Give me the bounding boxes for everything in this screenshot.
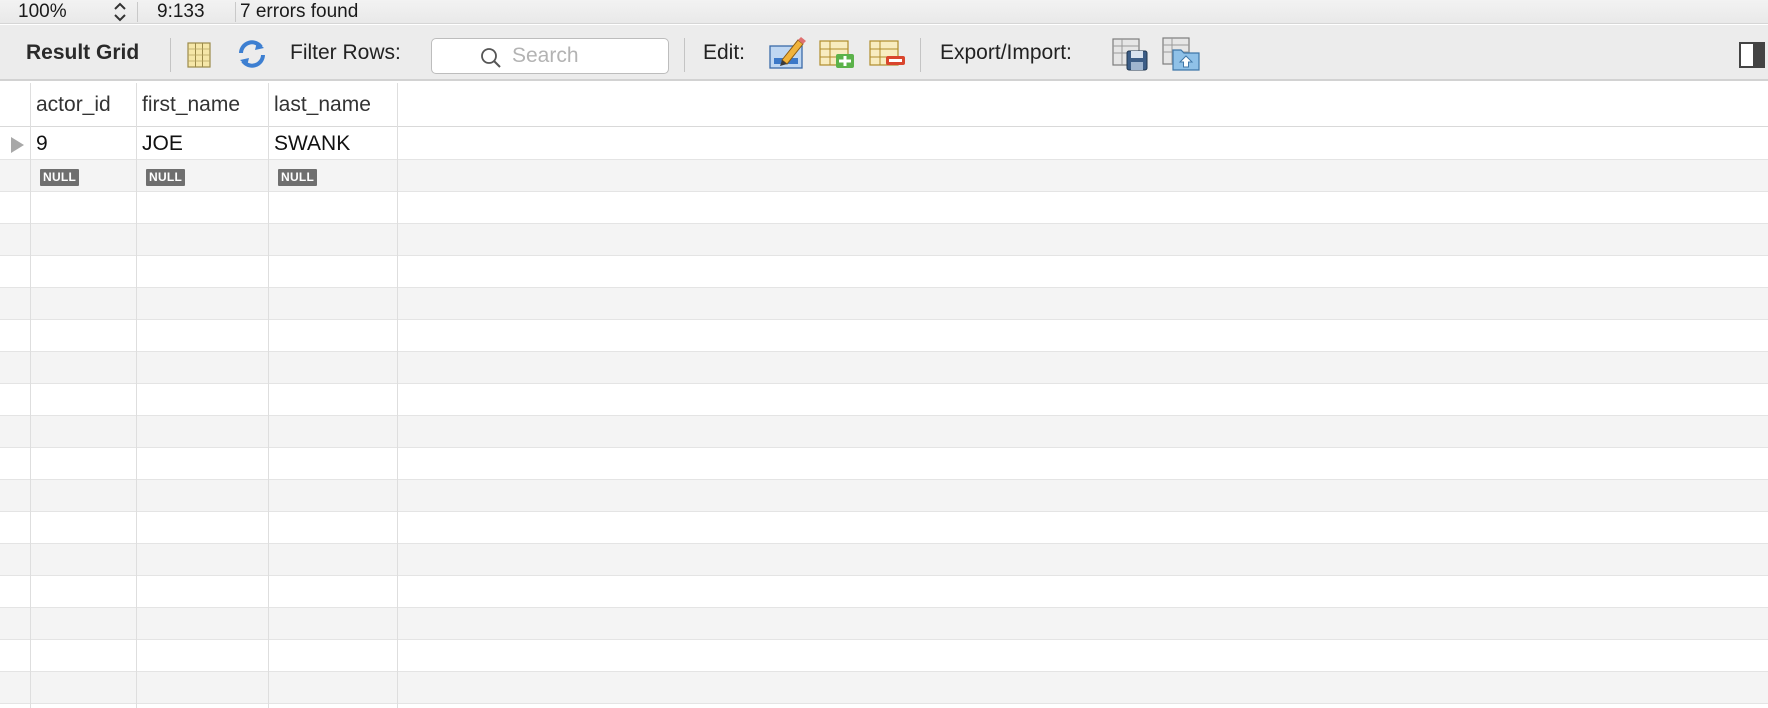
empty-row — [0, 256, 1768, 288]
empty-row — [0, 480, 1768, 512]
empty-row — [0, 512, 1768, 544]
null-badge[interactable]: NULL — [40, 169, 80, 186]
table-row[interactable]: 9 JOE SWANK — [0, 128, 1768, 160]
add-row-icon[interactable] — [818, 39, 856, 69]
null-badge[interactable]: NULL — [278, 169, 318, 186]
empty-row — [0, 608, 1768, 640]
divider — [170, 38, 171, 72]
empty-row — [0, 448, 1768, 480]
filter-rows-label: Filter Rows: — [290, 41, 401, 64]
filter-rows-search[interactable] — [431, 38, 669, 74]
empty-row — [0, 288, 1768, 320]
grid-header: actor_id first_name last_name — [0, 83, 1768, 127]
export-import-label: Export/Import: — [940, 41, 1072, 64]
status-bar: 100% 9:133 7 errors found — [0, 0, 1768, 24]
empty-row — [0, 192, 1768, 224]
zoom-level[interactable]: 100% — [18, 0, 67, 24]
delete-row-icon[interactable] — [868, 39, 906, 69]
column-divider — [30, 83, 31, 708]
divider — [137, 2, 138, 22]
new-row[interactable]: NULL NULL NULL — [0, 160, 1768, 192]
cell-first-name[interactable]: JOE — [142, 128, 183, 160]
column-header-first-name[interactable]: first_name — [142, 83, 240, 127]
empty-row — [0, 672, 1768, 704]
empty-row — [0, 224, 1768, 256]
divider — [920, 38, 921, 72]
empty-row — [0, 544, 1768, 576]
search-icon — [481, 48, 501, 68]
zoom-stepper-icon[interactable] — [112, 1, 128, 23]
column-header-actor-id[interactable]: actor_id — [36, 83, 111, 127]
export-icon[interactable] — [1111, 37, 1149, 71]
cursor-position: 9:133 — [157, 1, 205, 22]
column-header-last-name[interactable]: last_name — [274, 83, 371, 127]
null-badge[interactable]: NULL — [146, 169, 186, 186]
cell-actor-id[interactable]: 9 — [36, 128, 48, 160]
empty-row — [0, 320, 1768, 352]
result-grid-label: Result Grid — [26, 41, 140, 64]
column-divider[interactable] — [268, 83, 269, 708]
empty-row — [0, 640, 1768, 672]
error-count[interactable]: 7 errors found — [240, 0, 358, 24]
column-divider[interactable] — [397, 83, 398, 708]
divider — [235, 2, 236, 22]
toggle-panel-icon[interactable] — [1739, 42, 1765, 68]
refresh-icon[interactable] — [236, 39, 268, 69]
empty-row — [0, 576, 1768, 608]
result-grid[interactable]: actor_id first_name last_name 9 JOE SWAN… — [0, 83, 1768, 708]
empty-row — [0, 352, 1768, 384]
grid-columns-icon[interactable] — [186, 42, 212, 68]
import-icon[interactable] — [1161, 36, 1201, 72]
column-divider[interactable] — [136, 83, 137, 708]
empty-row — [0, 416, 1768, 448]
current-row-indicator-icon — [11, 137, 24, 153]
search-input[interactable] — [512, 42, 662, 70]
cell-last-name[interactable]: SWANK — [274, 128, 350, 160]
empty-row — [0, 384, 1768, 416]
edit-pencil-icon[interactable] — [768, 36, 806, 70]
divider — [684, 38, 685, 72]
edit-label: Edit: — [703, 41, 746, 64]
result-toolbar: Result Grid Filter Rows: Edit: — [0, 25, 1768, 81]
